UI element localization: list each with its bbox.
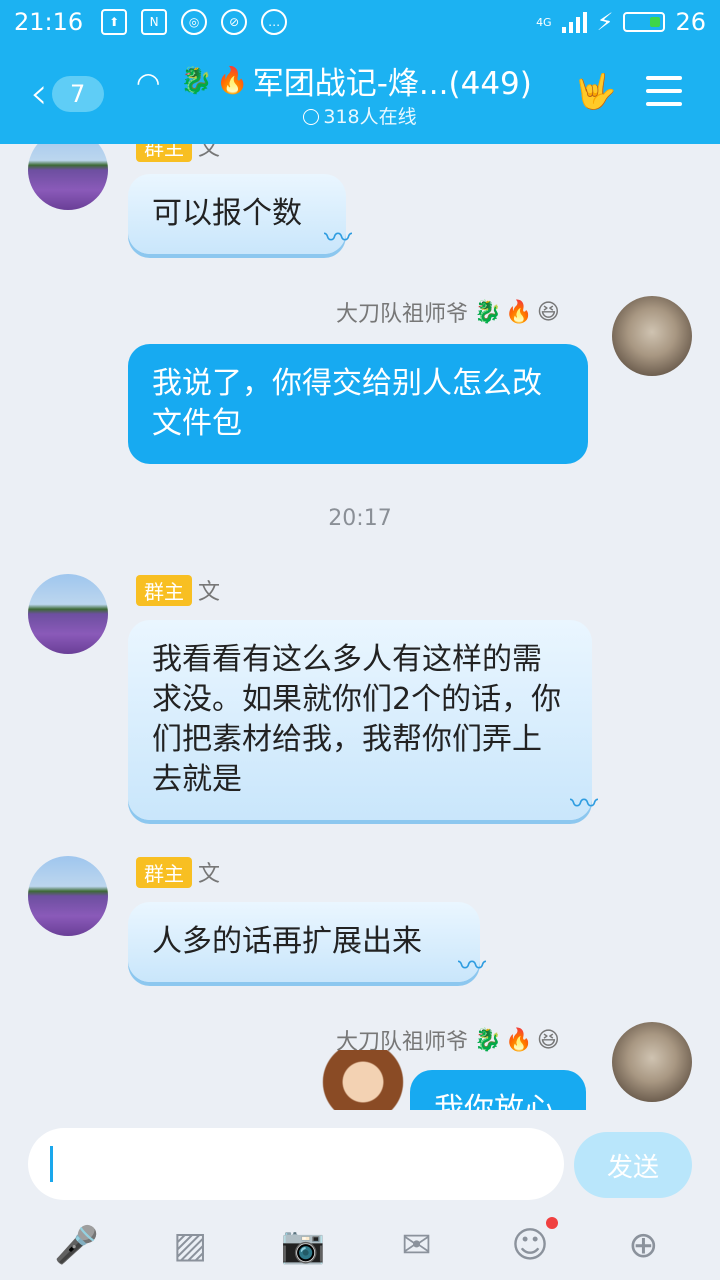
message-input[interactable]	[28, 1128, 564, 1200]
red-packet-icon[interactable]: ✉	[393, 1221, 441, 1269]
online-icon	[303, 109, 320, 125]
avatar[interactable]	[612, 1022, 692, 1102]
earpiece-mode-icon[interactable]: ◠	[136, 66, 160, 99]
avatar[interactable]	[612, 296, 692, 376]
group-title[interactable]: 🐉 🔥 军团战记-烽...(449)	[180, 58, 560, 103]
input-toolbar: 🎤 ▨ 📷 ✉ ☺ ⊕	[0, 1210, 720, 1280]
fire-emoji: 🔥	[216, 65, 249, 96]
blocked-icon: ⊘	[221, 9, 248, 35]
send-button[interactable]: 发送	[574, 1132, 692, 1198]
message-bubble[interactable]: 我说了，你得交给别人怎么改文件包	[128, 344, 588, 464]
sender-info: 大刀队祖师爷 🐉 🔥 😆	[336, 296, 560, 328]
owner-badge: 群主	[136, 856, 192, 888]
message-text: 人多的话再扩展出来	[152, 924, 422, 959]
mic-icon[interactable]: 🎤	[53, 1221, 101, 1269]
network-type: 4G	[536, 15, 552, 29]
sender-info: 群主 文	[136, 574, 220, 606]
wave-decoration-icon: 〰	[569, 787, 598, 820]
sender-name: 大刀队祖师爷	[336, 302, 469, 327]
sender-info: 群主 文	[136, 856, 220, 888]
camera-icon[interactable]: 📷	[279, 1221, 327, 1269]
status-time: 21:16	[14, 8, 84, 36]
hand-gesture-icon[interactable]: 🤟	[574, 72, 616, 112]
sync-icon: ◎	[181, 9, 208, 35]
upload-icon: ⬆	[101, 9, 128, 35]
message-bubble[interactable]: 人多的话再扩展出来 〰	[128, 902, 486, 982]
message-text: 我看看有这么多人有这样的需求没。如果就你们2个的话，你们把素材给我，我帮你们弄上…	[152, 642, 562, 797]
avatar[interactable]	[28, 856, 108, 936]
sender-name: 文	[198, 580, 221, 605]
dragon-emoji: 🐉	[180, 65, 213, 96]
wave-decoration-icon: 〰	[323, 221, 352, 254]
message-text: 我说了，你得交给别人怎么改文件包	[152, 366, 542, 441]
signal-icon	[561, 11, 587, 33]
input-bar: 发送	[0, 1110, 720, 1210]
sender-name: 文	[198, 862, 221, 887]
timestamp: 20:17	[328, 506, 392, 531]
notification-dot	[545, 1217, 558, 1229]
wave-decoration-icon: 〰	[457, 949, 486, 982]
message-text: 我你放心	[434, 1092, 554, 1110]
sender-badges: 🐉 🔥 😆	[474, 1027, 560, 1053]
title-bar: ‹ 7 ◠ 🐉 🔥 军团战记-烽...(449) 318人在线 🤟	[0, 44, 720, 144]
sender-badges: 🐉 🔥 😆	[474, 299, 560, 325]
chat-icon: …	[261, 9, 288, 35]
battery-icon	[623, 12, 666, 32]
emoji-icon[interactable]: ☺	[506, 1217, 558, 1269]
owner-badge: 群主	[136, 144, 192, 162]
avatar[interactable]	[28, 574, 108, 654]
message-bubble[interactable]: 我你放心	[410, 1070, 586, 1110]
group-title-text: 军团战记-烽...(449)	[252, 66, 532, 102]
menu-button[interactable]	[646, 76, 682, 115]
owner-badge: 群主	[136, 574, 192, 606]
image-icon[interactable]: ▨	[166, 1221, 214, 1269]
message-bubble[interactable]: 可以报个数 〰	[128, 174, 352, 254]
text-caret	[50, 1146, 53, 1182]
charging-icon: ⚡	[596, 8, 614, 36]
status-bar: 21:16 ⬆ N ◎ ⊘ … 4G ⚡ 26	[0, 0, 720, 44]
sender-info: 群主 文	[136, 144, 220, 162]
battery-level: 26	[675, 8, 706, 36]
message-text: 可以报个数	[152, 196, 302, 231]
avatar[interactable]	[28, 144, 108, 210]
news-icon: N	[141, 9, 168, 35]
plus-icon[interactable]: ⊕	[619, 1221, 667, 1269]
chat-area[interactable]: 群主 文 可以报个数 〰 大刀队祖师爷 🐉 🔥 😆 我说了，你得交给别人怎么改文…	[0, 144, 720, 1110]
message-bubble[interactable]: 我看看有这么多人有这样的需求没。如果就你们2个的话，你们把素材给我，我帮你们弄上…	[128, 620, 598, 820]
sender-name: 文	[198, 144, 221, 161]
